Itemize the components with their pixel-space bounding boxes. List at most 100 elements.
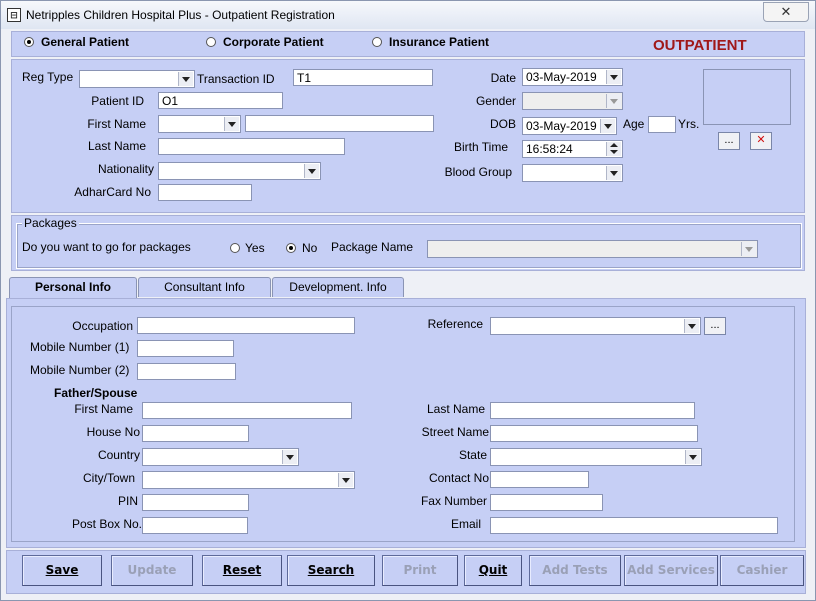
- chevron-down-icon[interactable]: [606, 94, 621, 108]
- age-field[interactable]: [648, 116, 676, 133]
- state-select[interactable]: [490, 448, 702, 466]
- date-picker[interactable]: 03-May-2019: [522, 68, 623, 86]
- email-label: Email: [450, 517, 481, 531]
- first-name-label: First Name: [87, 117, 146, 131]
- birth-time-spinner[interactable]: 16:58:24: [522, 140, 623, 158]
- contact-no-field[interactable]: [490, 471, 589, 488]
- packages-no-radio[interactable]: [286, 243, 296, 253]
- registration-window: ⊟ Netripples Children Hospital Plus - Ou…: [0, 0, 816, 601]
- chevron-down-icon[interactable]: [684, 319, 699, 333]
- insurance-patient-label[interactable]: Insurance Patient: [389, 35, 489, 49]
- chevron-down-icon[interactable]: [606, 166, 621, 180]
- nationality-label: Nationality: [97, 162, 154, 176]
- add-tests-button[interactable]: Add Tests: [529, 555, 621, 586]
- mobile-number-2-label: Mobile Number (2): [30, 363, 130, 377]
- photo-clear-button[interactable]: ✕: [750, 132, 772, 150]
- house-no-field[interactable]: [142, 425, 249, 442]
- spinner-arrows-icon[interactable]: [606, 142, 621, 156]
- chevron-down-icon[interactable]: [224, 117, 239, 131]
- pin-field[interactable]: [142, 494, 249, 511]
- name-title-select[interactable]: [158, 115, 241, 133]
- patient-id-label: Patient ID: [91, 94, 144, 108]
- first-name-field[interactable]: [245, 115, 434, 132]
- father-last-name-field[interactable]: [490, 402, 695, 419]
- packages-panel: Packages Do you want to go for packages …: [11, 215, 805, 271]
- country-select[interactable]: [142, 448, 299, 466]
- packages-title: Packages: [22, 216, 79, 230]
- add-services-button[interactable]: Add Services: [624, 555, 718, 586]
- chevron-down-icon[interactable]: [178, 72, 193, 86]
- insurance-patient-radio[interactable]: [372, 37, 382, 47]
- gender-select[interactable]: [522, 92, 623, 110]
- adhar-card-field[interactable]: [158, 184, 252, 201]
- dob-picker[interactable]: 03-May-2019: [522, 117, 617, 135]
- fax-number-label: Fax Number: [420, 494, 487, 508]
- patient-photo: [703, 69, 791, 125]
- photo-browse-button[interactable]: ...: [718, 132, 740, 150]
- occupation-field[interactable]: [137, 317, 355, 334]
- reference-browse-button[interactable]: ...: [704, 317, 726, 335]
- blood-group-select[interactable]: [522, 164, 623, 182]
- registration-panel: Reg Type Transaction ID T1 Patient ID O1…: [11, 59, 805, 213]
- city-town-label: City/Town: [82, 471, 135, 485]
- transaction-id-field[interactable]: T1: [293, 69, 433, 86]
- reset-button[interactable]: Reset: [202, 555, 282, 586]
- occupation-label: Occupation: [72, 319, 133, 333]
- title-bar[interactable]: ⊟ Netripples Children Hospital Plus - Ou…: [1, 1, 815, 29]
- chevron-down-icon[interactable]: [741, 242, 756, 256]
- fax-number-field[interactable]: [490, 494, 603, 511]
- app-icon: ⊟: [7, 8, 21, 22]
- mobile-number-2-field[interactable]: [137, 363, 236, 380]
- tab-personal-info[interactable]: Personal Info: [9, 277, 137, 300]
- corporate-patient-label[interactable]: Corporate Patient: [223, 35, 324, 49]
- chevron-down-icon[interactable]: [338, 473, 353, 487]
- quit-button[interactable]: Quit: [464, 555, 522, 586]
- mobile-number-1-label: Mobile Number (1): [30, 340, 130, 354]
- window-title: Netripples Children Hospital Plus - Outp…: [26, 8, 335, 22]
- last-name-label: Last Name: [87, 139, 146, 153]
- close-window-button[interactable]: ✕: [763, 2, 809, 22]
- father-first-name-field[interactable]: [142, 402, 352, 419]
- general-patient-radio[interactable]: [24, 37, 34, 47]
- update-button[interactable]: Update: [111, 555, 193, 586]
- city-town-select[interactable]: [142, 471, 355, 489]
- patient-id-field[interactable]: O1: [158, 92, 283, 109]
- reference-select[interactable]: [490, 317, 701, 335]
- personal-info-tab-panel: Occupation Reference ... Mobile Number (…: [6, 298, 806, 548]
- last-name-field[interactable]: [158, 138, 345, 155]
- chevron-down-icon[interactable]: [600, 119, 615, 133]
- father-last-name-label: Last Name: [426, 402, 485, 416]
- state-label: State: [458, 448, 487, 462]
- reg-type-select[interactable]: [79, 70, 195, 88]
- packages-no-label[interactable]: No: [302, 241, 317, 255]
- packages-yes-label[interactable]: Yes: [245, 241, 265, 255]
- chevron-down-icon[interactable]: [685, 450, 700, 464]
- age-label: Age: [623, 117, 645, 131]
- house-no-label: House No: [86, 425, 140, 439]
- reference-label: Reference: [427, 317, 483, 331]
- chevron-down-icon[interactable]: [606, 70, 621, 84]
- street-name-field[interactable]: [490, 425, 698, 442]
- search-button[interactable]: Search: [287, 555, 375, 586]
- packages-yes-radio[interactable]: [230, 243, 240, 253]
- print-button[interactable]: Print: [382, 555, 458, 586]
- tab-consultant-info[interactable]: Consultant Info: [138, 277, 271, 297]
- tab-development-info[interactable]: Development. Info: [272, 277, 404, 297]
- package-name-label: Package Name: [331, 240, 414, 254]
- contact-no-label: Contact No: [428, 471, 489, 485]
- chevron-down-icon[interactable]: [304, 164, 319, 178]
- father-first-name-label: First Name: [74, 402, 133, 416]
- package-name-select[interactable]: [427, 240, 758, 258]
- general-patient-label[interactable]: General Patient: [41, 35, 129, 49]
- post-box-field[interactable]: [142, 517, 248, 534]
- mobile-number-1-field[interactable]: [137, 340, 234, 357]
- corporate-patient-radio[interactable]: [206, 37, 216, 47]
- chevron-down-icon[interactable]: [282, 450, 297, 464]
- save-button[interactable]: Save: [22, 555, 102, 586]
- blood-group-label: Blood Group: [444, 165, 512, 179]
- nationality-select[interactable]: [158, 162, 321, 180]
- cashier-button[interactable]: Cashier: [720, 555, 804, 586]
- gender-label: Gender: [475, 94, 516, 108]
- email-field[interactable]: [490, 517, 778, 534]
- patient-type-bar: General Patient Corporate Patient Insura…: [11, 31, 805, 57]
